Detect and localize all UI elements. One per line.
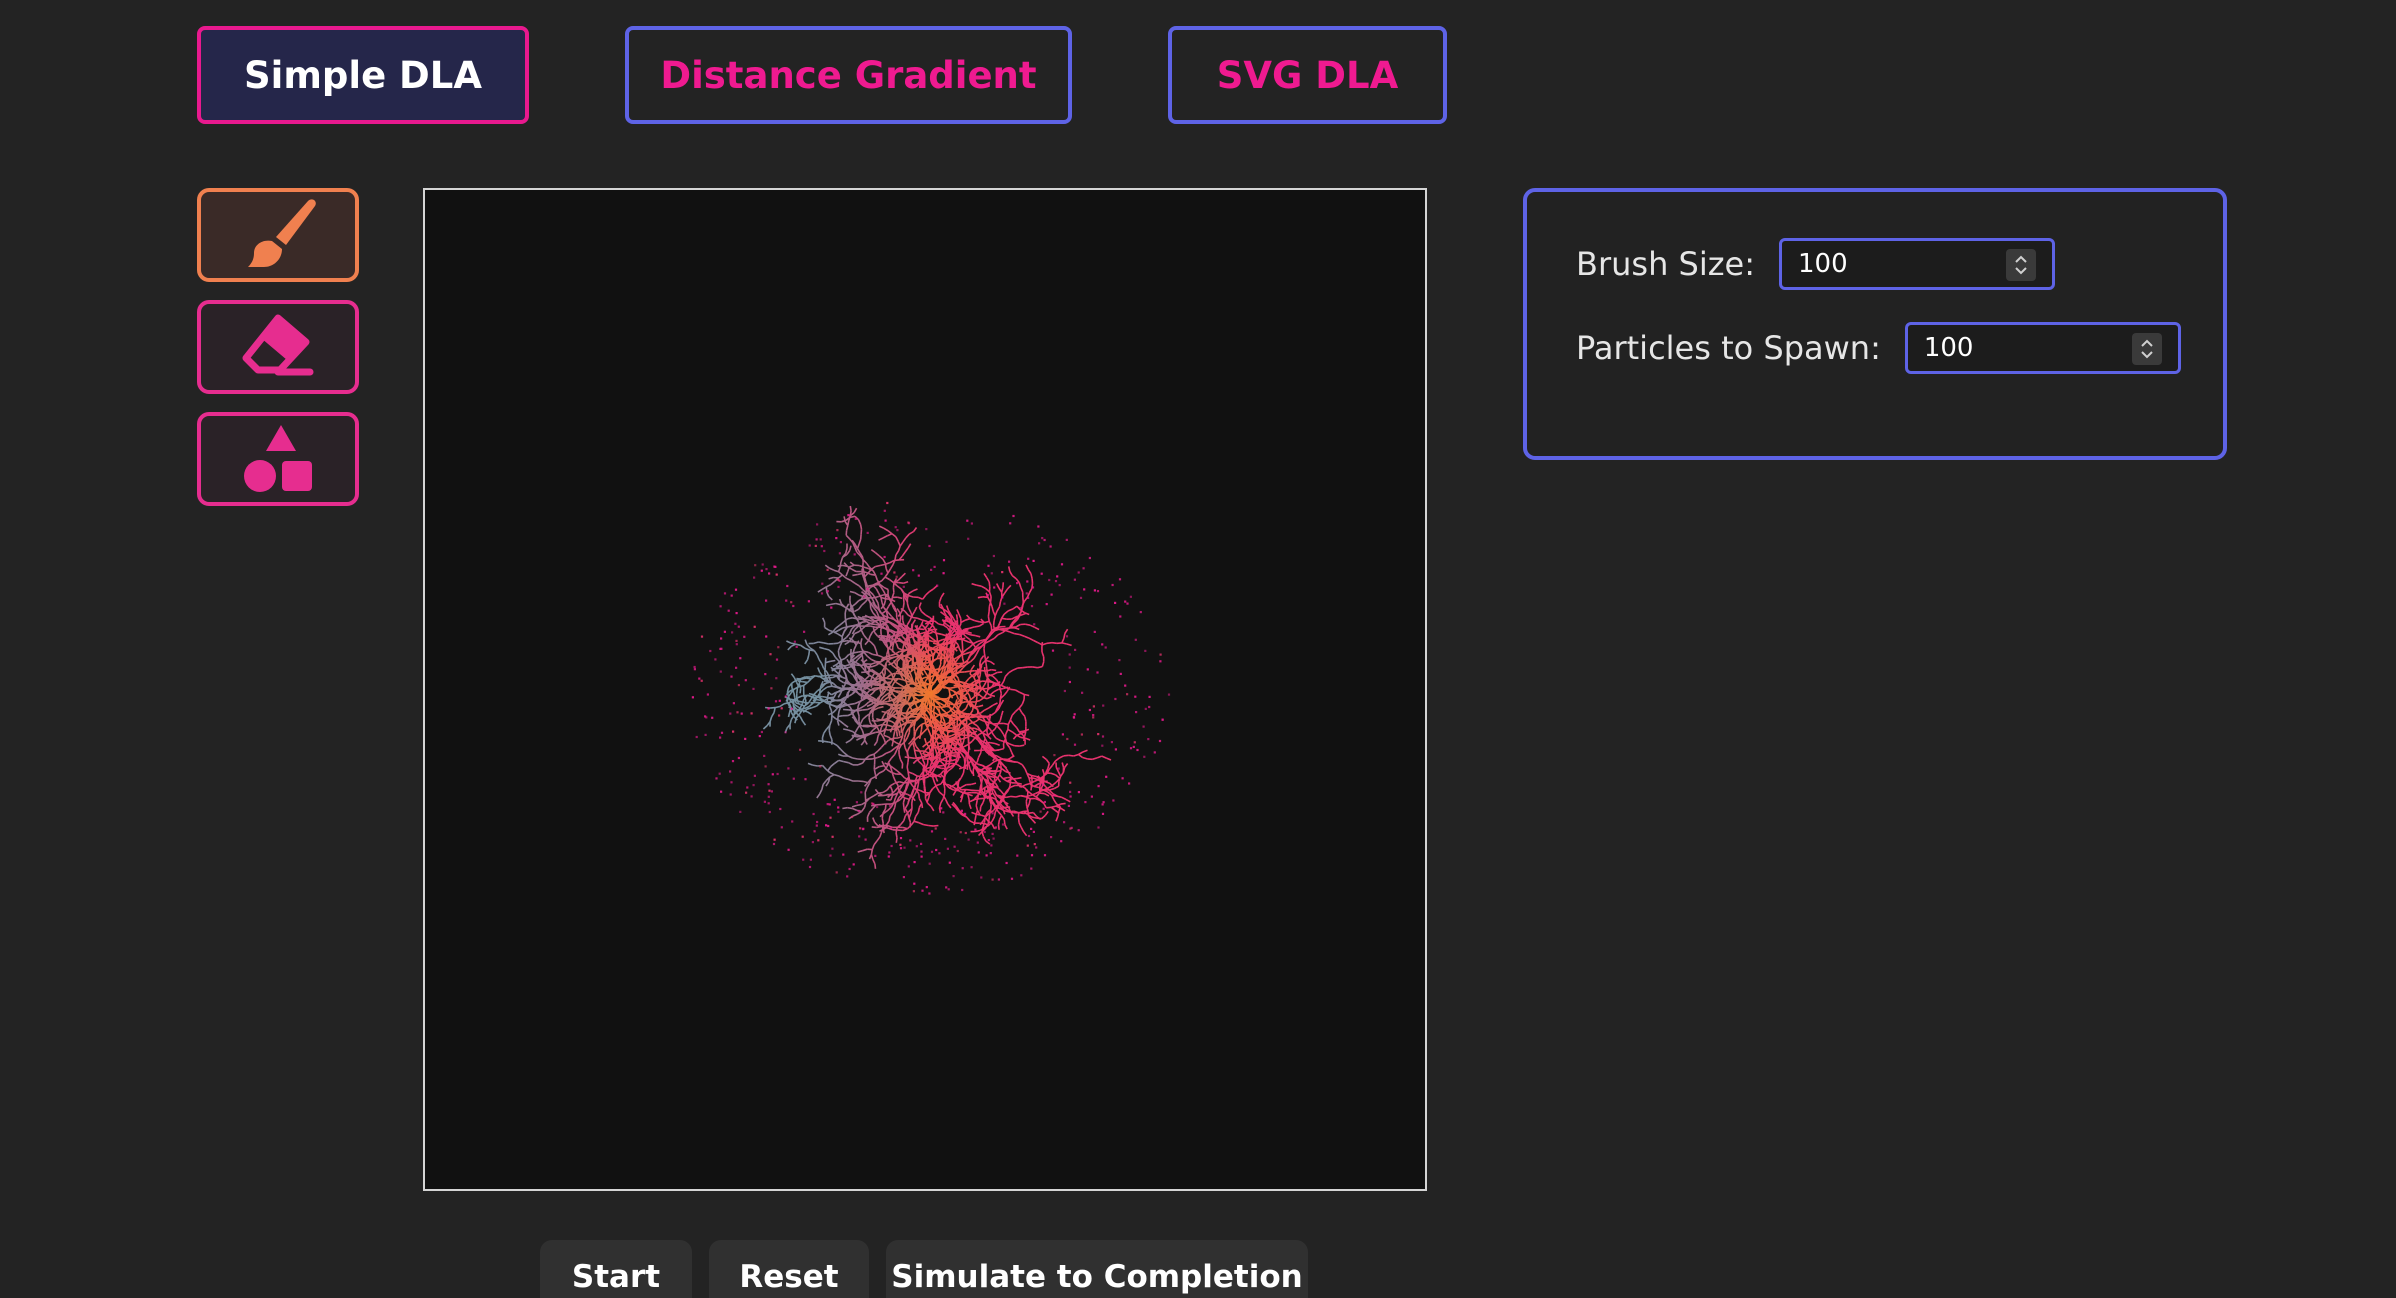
tab-svg-dla[interactable]: SVG DLA xyxy=(1168,26,1447,124)
particles-row: Particles to Spawn: 100 xyxy=(1576,322,2181,374)
tab-distance-gradient[interactable]: Distance Gradient xyxy=(625,26,1072,124)
brush-size-row: Brush Size: 100 xyxy=(1576,238,2055,290)
reset-button[interactable]: Reset xyxy=(709,1240,869,1298)
simulate-to-completion-button[interactable]: Simulate to Completion xyxy=(886,1240,1308,1298)
dla-cluster xyxy=(691,501,1171,895)
spinner-arrows-icon xyxy=(2015,255,2027,275)
paintbrush-tool-button[interactable] xyxy=(197,188,359,282)
brush-size-label: Brush Size: xyxy=(1576,245,1755,283)
shapes-icon xyxy=(244,425,312,492)
settings-panel: Brush Size: 100 Particles to Spawn: 100 xyxy=(1523,188,2227,460)
start-button[interactable]: Start xyxy=(540,1240,692,1298)
particles-label: Particles to Spawn: xyxy=(1576,329,1881,367)
particles-spinner[interactable] xyxy=(2131,333,2162,365)
paintbrush-icon xyxy=(248,199,316,267)
brush-size-value: 100 xyxy=(1797,249,1848,279)
brush-size-input[interactable]: 100 xyxy=(1778,238,2055,290)
simulation-canvas[interactable] xyxy=(423,188,1427,1191)
cluster-branches xyxy=(762,505,1112,869)
particles-value: 100 xyxy=(1923,333,1974,363)
particles-input[interactable]: 100 xyxy=(1904,322,2181,374)
eraser-tool-button[interactable] xyxy=(197,300,359,394)
tab-simple-dla[interactable]: Simple DLA xyxy=(197,26,529,124)
eraser-icon xyxy=(242,314,314,376)
app-root: Simple DLA Distance Gradient SVG DLA Bru… xyxy=(0,0,2396,1298)
spinner-arrows-icon xyxy=(2141,339,2153,359)
shapes-tool-button[interactable] xyxy=(197,412,359,506)
brush-size-spinner[interactable] xyxy=(2005,249,2036,281)
